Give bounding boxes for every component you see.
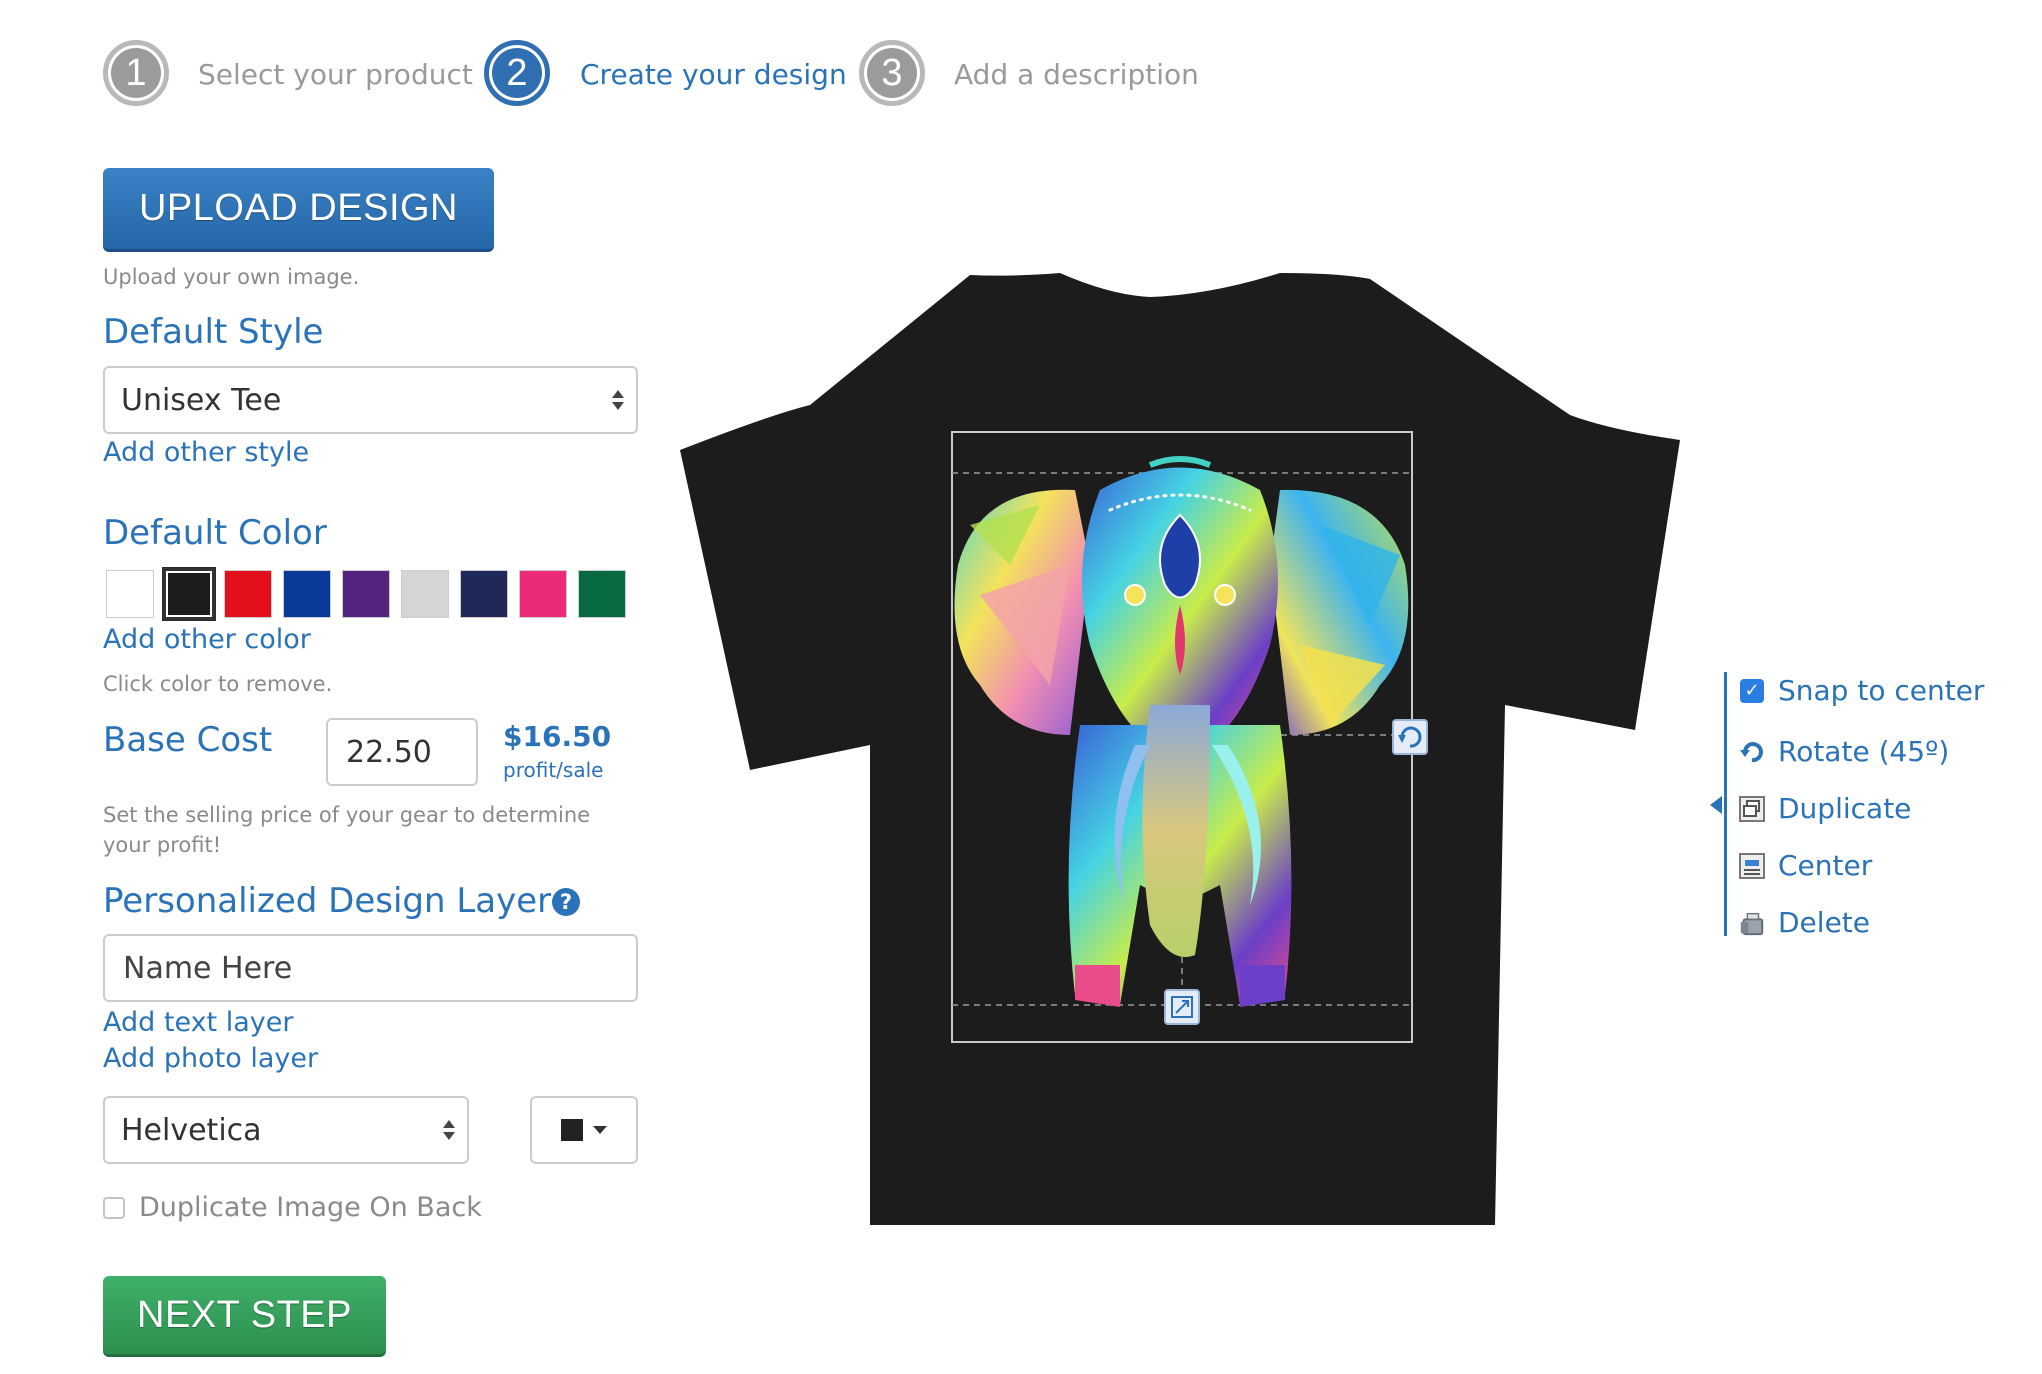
question-circle-icon[interactable]: ? <box>552 888 580 916</box>
center-icon <box>1738 852 1766 880</box>
profit-label: profit/sale <box>503 758 604 782</box>
step-3-circle: 3 <box>859 40 925 106</box>
name-text-input[interactable]: Name Here <box>103 934 638 1002</box>
tools-pointer-icon <box>1710 796 1722 814</box>
add-photo-layer-link[interactable]: Add photo layer <box>103 1043 318 1074</box>
upload-design-button[interactable]: UPLOAD DESIGN <box>103 168 494 252</box>
duplicate-back-label: Duplicate Image On Back <box>139 1192 482 1223</box>
step-1-number: 1 <box>111 48 161 98</box>
rotate-handle[interactable] <box>1392 719 1428 755</box>
color-swatch[interactable] <box>460 570 508 618</box>
rotate-label: Rotate (45º) <box>1778 735 1950 768</box>
step-2-number: 2 <box>492 48 542 98</box>
default-style-title: Default Style <box>103 312 324 352</box>
base-cost-input[interactable]: 22.50 <box>326 718 478 786</box>
text-color-picker[interactable] <box>530 1096 638 1164</box>
next-step-button[interactable]: NEXT STEP <box>103 1276 386 1357</box>
color-swatch[interactable] <box>519 570 567 618</box>
style-select[interactable]: Unisex Tee <box>103 366 638 434</box>
color-swatch[interactable] <box>342 570 390 618</box>
rotate-icon <box>1738 738 1766 766</box>
delete-icon <box>1738 909 1766 937</box>
resize-handle[interactable] <box>1164 989 1200 1025</box>
color-swatch[interactable] <box>224 570 272 618</box>
snap-to-center-tool[interactable]: ✓ Snap to center <box>1738 674 1984 707</box>
font-select-value: Helvetica <box>121 1112 262 1148</box>
color-swatch[interactable] <box>106 570 154 618</box>
color-swatch[interactable] <box>578 570 626 618</box>
add-other-color-link[interactable]: Add other color <box>103 624 311 655</box>
color-swatch[interactable] <box>401 570 449 618</box>
center-label: Center <box>1778 849 1873 882</box>
personalized-layer-title: Personalized Design Layer <box>103 881 552 921</box>
step-3-number: 3 <box>867 48 917 98</box>
delete-label: Delete <box>1778 906 1870 939</box>
duplicate-label: Duplicate <box>1778 792 1912 825</box>
center-tool[interactable]: Center <box>1738 849 1872 882</box>
style-select-value: Unisex Tee <box>121 382 282 418</box>
name-input-placeholder: Name Here <box>123 950 293 986</box>
default-color-title: Default Color <box>103 513 327 553</box>
duplicate-tool[interactable]: Duplicate <box>1738 792 1911 825</box>
upload-help-text: Upload your own image. <box>103 265 360 289</box>
base-cost-value: 22.50 <box>346 734 432 770</box>
tshirt-preview <box>680 273 1680 1225</box>
add-other-style-link[interactable]: Add other style <box>103 437 309 468</box>
color-swatch[interactable] <box>283 570 331 618</box>
color-swatch[interactable] <box>163 568 215 620</box>
select-arrows-icon <box>443 1120 455 1140</box>
cost-help-text: Set the selling price of your gear to de… <box>103 803 591 857</box>
text-color-chip <box>561 1119 583 1141</box>
duplicate-back-checkbox[interactable] <box>103 1196 125 1219</box>
add-text-layer-link[interactable]: Add text layer <box>103 1007 293 1038</box>
checkmark-icon: ✓ <box>1740 678 1764 703</box>
delete-tool[interactable]: Delete <box>1738 906 1870 939</box>
tools-rail <box>1724 672 1727 936</box>
select-arrows-icon <box>612 390 624 410</box>
font-select[interactable]: Helvetica <box>103 1096 469 1164</box>
step-2-circle: 2 <box>484 40 550 106</box>
base-cost-title: Base Cost <box>103 720 273 760</box>
step-2-label: Create your design <box>580 58 847 91</box>
rotate-tool[interactable]: Rotate (45º) <box>1738 735 1949 768</box>
duplicate-icon <box>1738 795 1766 823</box>
step-1-label: Select your product <box>198 58 473 91</box>
profit-amount: $16.50 <box>503 720 612 753</box>
step-3-label: Add a description <box>954 58 1199 91</box>
snap-to-center-label: Snap to center <box>1778 674 1985 707</box>
caret-down-icon <box>593 1126 607 1134</box>
duplicate-back-option[interactable]: Duplicate Image On Back <box>103 1192 482 1223</box>
snap-checkbox[interactable]: ✓ <box>1738 677 1766 705</box>
step-1-circle: 1 <box>103 40 169 106</box>
color-help-text: Click color to remove. <box>103 672 333 696</box>
